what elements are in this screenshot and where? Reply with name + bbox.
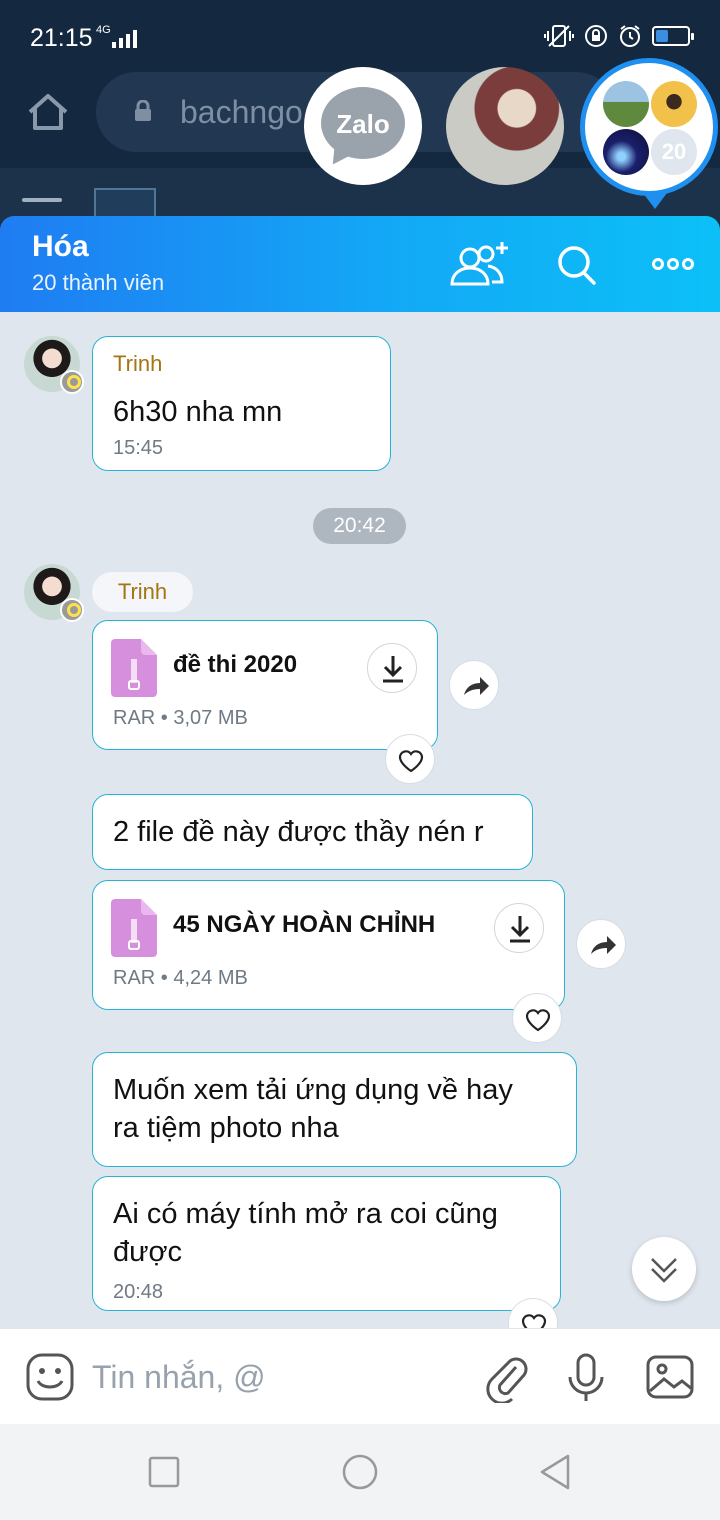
sender-name: Trinh <box>113 351 163 376</box>
avatar[interactable] <box>24 336 84 394</box>
group-member-avatar <box>651 81 697 127</box>
message-text: được <box>113 1236 183 1268</box>
download-button[interactable] <box>494 903 544 953</box>
vibrate-icon <box>544 25 574 47</box>
rar-file-icon <box>111 639 157 697</box>
recent-apps-icon[interactable] <box>144 1452 184 1492</box>
message-composer <box>0 1328 720 1424</box>
react-button[interactable] <box>512 993 562 1043</box>
message-list[interactable]: Trinh 6h30 nha mn 15:45 20:42 Trinh đề t… <box>0 312 720 1328</box>
rotation-lock-icon <box>585 25 607 47</box>
react-button[interactable] <box>385 734 435 784</box>
chat-header: Hóa 20 thành viên <box>0 216 720 312</box>
alarm-icon <box>620 25 640 47</box>
battery-icon <box>652 26 694 46</box>
share-icon <box>591 936 616 954</box>
file-message[interactable]: 45 NGÀY HOÀN CHỈNH RAR • 4,24 MB <box>92 880 565 1010</box>
rar-file-icon <box>111 899 157 957</box>
group-title[interactable]: Hóa <box>32 230 89 264</box>
contact-chat-head[interactable] <box>446 67 564 185</box>
react-button[interactable] <box>508 1298 558 1328</box>
download-button[interactable] <box>367 643 417 693</box>
file-name: đề thi 2020 <box>173 651 298 678</box>
emoji-icon[interactable] <box>24 1351 76 1403</box>
file-name: 45 NGÀY HOÀN CHỈNH <box>173 911 436 938</box>
microphone-icon[interactable] <box>560 1351 612 1403</box>
message-time: 15:45 <box>113 437 164 459</box>
home-icon[interactable] <box>26 92 70 132</box>
message-text: 2 file đề này được thầy nén r <box>113 816 484 848</box>
group-member-avatar <box>603 129 649 175</box>
file-meta: RAR • 3,07 MB <box>113 707 248 729</box>
member-count: 20 thành viên <box>32 270 165 295</box>
network-type: 4G <box>96 24 111 36</box>
download-icon <box>383 656 403 683</box>
zalo-chat-head[interactable]: Zalo <box>304 67 422 185</box>
message-text: 6h30 nha mn <box>113 396 283 428</box>
group-member-avatar <box>603 81 649 127</box>
status-bar: 21:15 4G <box>0 0 720 72</box>
status-time: 21:15 <box>30 24 93 52</box>
message-bubble[interactable]: Trinh 6h30 nha mn 15:45 <box>92 336 391 471</box>
group-chat-head[interactable]: 20 <box>580 58 718 209</box>
search-icon[interactable] <box>548 238 608 294</box>
message-text: Ai có máy tính mở ra coi cũng <box>113 1198 498 1230</box>
lock-icon <box>135 100 151 121</box>
more-options-icon[interactable] <box>642 238 702 294</box>
url-text: bachngo <box>180 94 303 130</box>
message-text: Muốn xem tải ứng dụng về hay <box>113 1074 513 1106</box>
image-icon[interactable] <box>644 1351 696 1403</box>
file-meta: RAR • 4,24 MB <box>113 967 248 989</box>
message-text: ra tiệm photo nha <box>113 1112 339 1144</box>
key-icon <box>60 598 84 622</box>
key-icon <box>60 370 84 394</box>
back-icon[interactable] <box>536 1452 576 1492</box>
sender-name: Trinh <box>92 572 193 612</box>
file-message[interactable]: đề thi 2020 RAR • 3,07 MB <box>92 620 438 750</box>
message-bubble[interactable]: Muốn xem tải ứng dụng về hay ra tiệm pho… <box>92 1052 577 1167</box>
share-icon <box>464 677 489 695</box>
download-icon <box>510 916 530 943</box>
menu-icon <box>22 198 62 202</box>
system-nav-bar <box>0 1424 720 1520</box>
zalo-logo-text: Zalo <box>336 109 390 139</box>
home-nav-icon[interactable] <box>340 1452 380 1492</box>
message-input[interactable] <box>92 1351 452 1403</box>
message-bubble[interactable]: Ai có máy tính mở ra coi cũng được 20:48 <box>92 1176 561 1311</box>
add-member-icon[interactable] <box>448 238 508 294</box>
group-member-count: 20 <box>651 129 697 175</box>
message-time: 20:48 <box>113 1281 164 1303</box>
heart-icon <box>525 1009 551 1032</box>
share-button[interactable] <box>449 660 499 710</box>
share-button[interactable] <box>576 919 626 969</box>
double-chevron-down-icon <box>651 1258 677 1283</box>
avatar[interactable] <box>24 564 84 622</box>
heart-icon <box>398 750 424 773</box>
attach-icon[interactable] <box>480 1351 532 1403</box>
time-divider: 20:42 <box>313 508 406 544</box>
message-bubble[interactable]: 2 file đề này được thầy nén r <box>92 794 533 870</box>
heart-icon <box>521 1314 547 1328</box>
signal-icon <box>112 30 137 48</box>
scroll-to-bottom-button[interactable] <box>632 1237 696 1301</box>
